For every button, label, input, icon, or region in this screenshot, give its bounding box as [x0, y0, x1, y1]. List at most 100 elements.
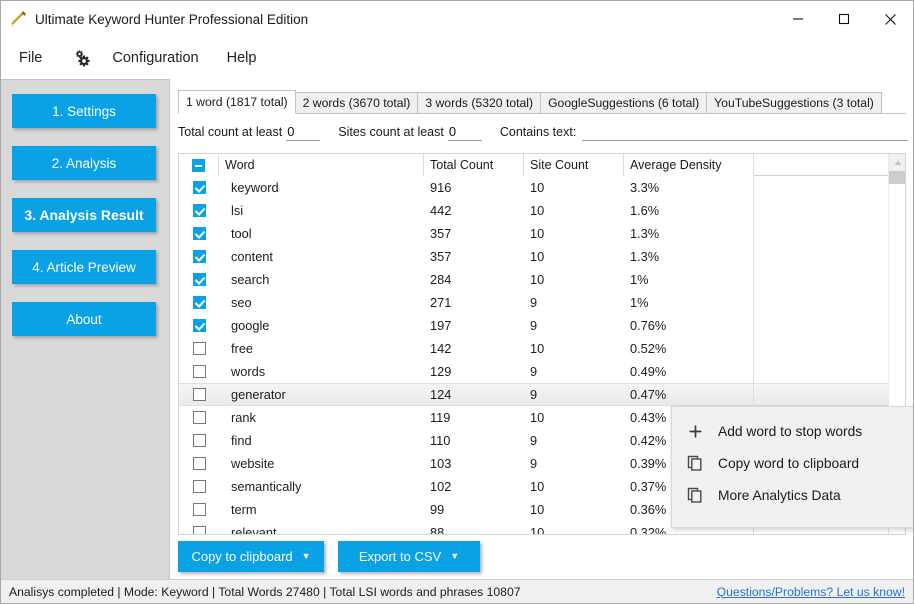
cell-site-count: 9 — [530, 456, 538, 471]
scrollbar-thumb[interactable] — [889, 171, 905, 184]
row-checkbox[interactable] — [179, 314, 219, 337]
cell-word: seo — [231, 295, 252, 310]
menu-item-configuration[interactable]: Configuration — [102, 46, 208, 70]
row-checkbox[interactable] — [179, 498, 219, 521]
cell-word: words — [231, 364, 266, 379]
row-checkbox[interactable] — [179, 199, 219, 222]
sidebar-item-article-preview[interactable]: 4. Article Preview — [12, 250, 156, 284]
menu-item-file[interactable]: File — [9, 46, 52, 70]
column-header-total-count[interactable]: Total Count — [424, 154, 524, 176]
row-checkbox[interactable] — [179, 268, 219, 291]
table-row[interactable]: generator 124 9 0.47% — [179, 383, 905, 406]
table-row[interactable]: free 142 10 0.52% — [179, 337, 905, 360]
row-checkbox[interactable] — [179, 452, 219, 475]
scroll-up-arrow-icon[interactable] — [889, 154, 905, 171]
cell-word: semantically — [231, 479, 302, 494]
cell-total-count: 197 — [430, 318, 452, 333]
maximize-button[interactable] — [821, 1, 867, 37]
cell-site-count: 9 — [530, 387, 538, 402]
tab-1-word[interactable]: 1 word (1817 total) — [178, 90, 296, 114]
gear-icon[interactable] — [70, 49, 94, 67]
table-row[interactable]: lsi 442 10 1.6% — [179, 199, 905, 222]
context-menu-label: Add word to stop words — [718, 423, 863, 439]
tab-2-words[interactable]: 2 words (3670 total) — [295, 92, 419, 114]
cell-word: generator — [231, 387, 286, 402]
checkbox-unchecked-icon — [192, 503, 206, 516]
row-checkbox[interactable] — [179, 521, 219, 534]
menu-item-help[interactable]: Help — [217, 46, 267, 70]
checkbox-unchecked-icon — [192, 365, 206, 378]
cell-total-count: 102 — [430, 479, 452, 494]
column-header-site-count[interactable]: Site Count — [524, 154, 624, 176]
column-header-word[interactable]: Word — [219, 154, 424, 176]
cell-average-density: 0.76% — [624, 314, 754, 337]
table-row[interactable]: google 197 9 0.76% — [179, 314, 905, 337]
contains-text-input[interactable] — [582, 123, 908, 141]
copy-to-clipboard-label: Copy to clipboard — [191, 549, 293, 564]
checkbox-unchecked-icon — [192, 480, 206, 493]
row-checkbox[interactable] — [179, 360, 219, 383]
cell-word: search — [231, 272, 270, 287]
cell-site-count: 10 — [530, 479, 545, 494]
context-menu: Add word to stop words Copy word to clip… — [671, 406, 913, 528]
copy-icon — [672, 455, 718, 471]
checkbox-checked-icon — [192, 250, 206, 263]
row-checkbox[interactable] — [179, 291, 219, 314]
row-checkbox[interactable] — [179, 475, 219, 498]
total-count-input[interactable] — [286, 123, 321, 141]
cell-average-density: 3.3% — [624, 176, 754, 199]
export-to-csv-button[interactable]: Export to CSV ▼ — [338, 541, 480, 572]
tab-youtube-suggestions[interactable]: YouTubeSuggestions (3 total) — [707, 92, 882, 114]
checkbox-checked-icon — [192, 204, 206, 217]
table-row[interactable]: search 284 10 1% — [179, 268, 905, 291]
table-row[interactable]: content 357 10 1.3% — [179, 245, 905, 268]
cell-word: rank — [231, 410, 256, 425]
sidebar-item-settings[interactable]: 1. Settings — [12, 94, 156, 128]
sites-count-input[interactable] — [447, 123, 482, 141]
select-all-checkbox[interactable] — [179, 154, 219, 176]
sidebar-item-analysis-result[interactable]: 3. Analysis Result — [12, 198, 156, 232]
cell-site-count: 10 — [530, 410, 545, 425]
cell-site-count: 9 — [530, 433, 538, 448]
export-to-csv-label: Export to CSV — [358, 549, 442, 564]
row-checkbox[interactable] — [179, 383, 219, 406]
checkbox-checked-icon — [192, 227, 206, 240]
table-row[interactable]: tool 357 10 1.3% — [179, 222, 905, 245]
cell-word: website — [231, 456, 275, 471]
cell-word: term — [231, 502, 257, 517]
row-checkbox[interactable] — [179, 337, 219, 360]
sidebar-item-analysis[interactable]: 2. Analysis — [12, 146, 156, 180]
plus-icon — [672, 424, 718, 439]
cell-total-count: 88 — [430, 525, 445, 535]
column-header-average-density[interactable]: Average Density — [624, 154, 754, 176]
cell-average-density: 1.3% — [624, 222, 754, 245]
row-checkbox[interactable] — [179, 406, 219, 429]
close-button[interactable] — [867, 1, 913, 37]
status-text: Analisys completed | Mode: Keyword | Tot… — [9, 584, 521, 599]
cell-word: content — [231, 249, 273, 264]
context-menu-item-add-stop-word[interactable]: Add word to stop words — [672, 415, 913, 447]
table-row[interactable]: seo 271 9 1% — [179, 291, 905, 314]
sidebar-item-about[interactable]: About — [12, 302, 156, 336]
context-menu-item-more-analytics[interactable]: More Analytics Data — [672, 479, 913, 511]
cell-site-count: 10 — [530, 226, 545, 241]
cell-total-count: 124 — [430, 387, 452, 402]
row-checkbox[interactable] — [179, 222, 219, 245]
context-menu-item-copy-word[interactable]: Copy word to clipboard — [672, 447, 913, 479]
cell-total-count: 129 — [430, 364, 452, 379]
cell-total-count: 271 — [430, 295, 452, 310]
row-checkbox[interactable] — [179, 429, 219, 452]
table-row[interactable]: words 129 9 0.49% — [179, 360, 905, 383]
tab-3-words[interactable]: 3 words (5320 total) — [418, 92, 542, 114]
row-checkbox[interactable] — [179, 176, 219, 199]
tab-google-suggestions[interactable]: GoogleSuggestions (6 total) — [541, 92, 708, 114]
row-checkbox[interactable] — [179, 245, 219, 268]
table-row[interactable]: keyword 916 10 3.3% — [179, 176, 905, 199]
support-link[interactable]: Questions/Problems? Let us know! — [717, 585, 905, 599]
minimize-button[interactable] — [775, 1, 821, 37]
cell-average-density: 1% — [624, 268, 754, 291]
cell-site-count: 10 — [530, 180, 545, 195]
cell-average-density: 1% — [624, 291, 754, 314]
copy-to-clipboard-button[interactable]: Copy to clipboard ▼ — [178, 541, 324, 572]
pencil-icon — [7, 8, 33, 30]
